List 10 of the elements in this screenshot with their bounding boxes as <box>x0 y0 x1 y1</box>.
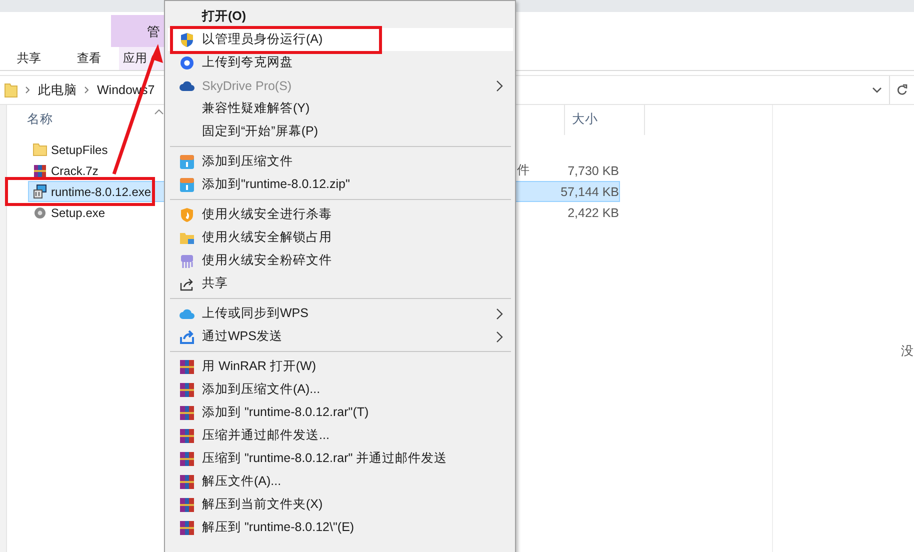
preview-message: 没 <box>901 343 914 360</box>
file-name: Crack.7z <box>51 164 98 178</box>
file-size: 7,730 KB <box>568 164 619 178</box>
context-tab-header: 管 <box>111 15 165 47</box>
file-size: 2,422 KB <box>568 206 619 220</box>
file-type: 件 <box>517 163 530 177</box>
file-name: SetupFiles <box>51 142 108 156</box>
file-name: Setup.exe <box>51 206 106 220</box>
file-name: runtime-8.0.12.exe <box>51 184 152 198</box>
file-size: 57,144 KB <box>560 184 619 198</box>
